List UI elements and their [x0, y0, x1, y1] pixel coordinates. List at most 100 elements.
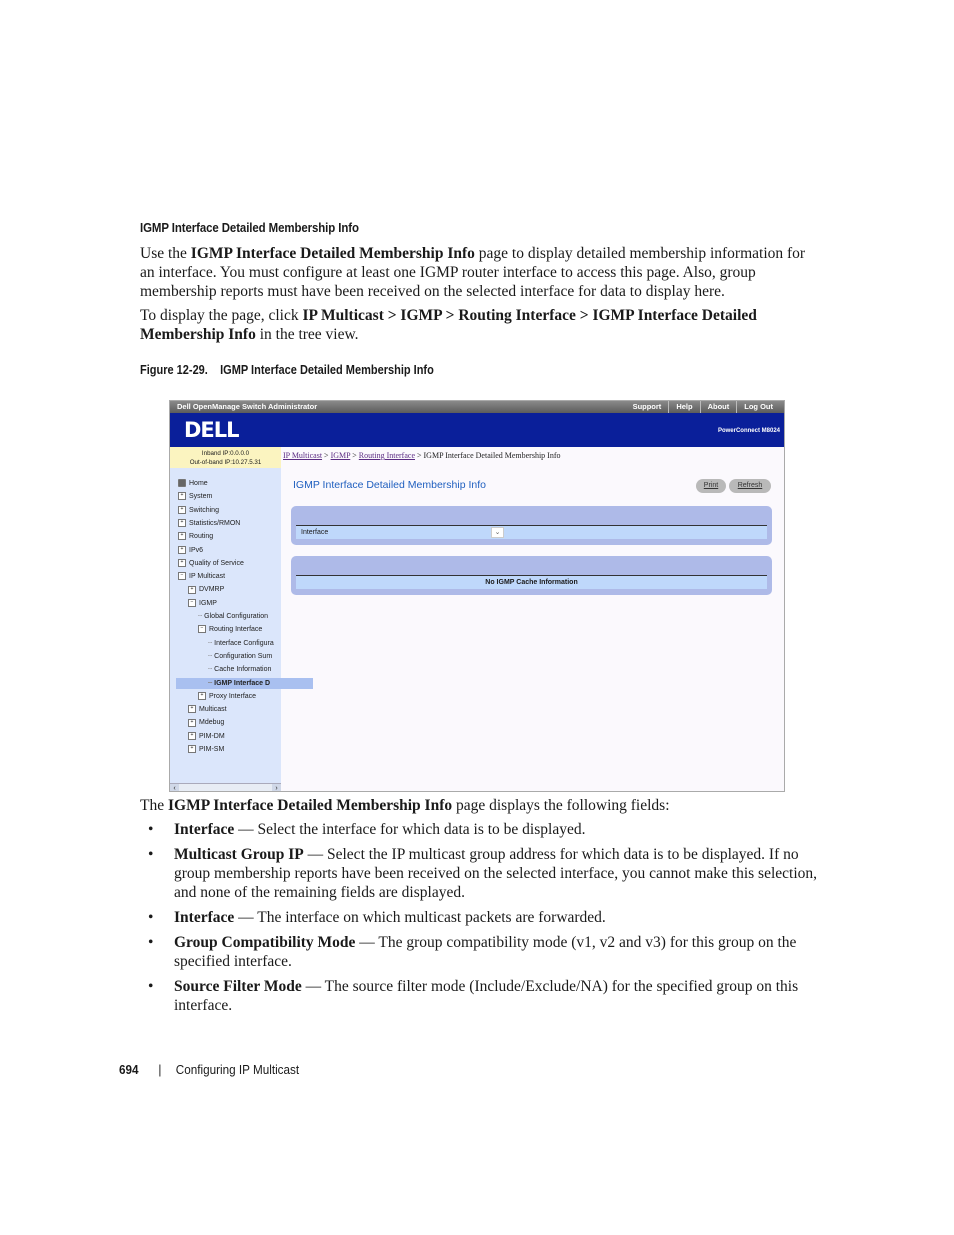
tree-item[interactable]: + Multicast	[188, 704, 227, 715]
expand-icon[interactable]: +	[178, 545, 186, 554]
print-button[interactable]: Print	[696, 479, 726, 493]
breadcrumb-separator: >	[417, 451, 422, 460]
tree-item-label: IGMP	[199, 599, 217, 607]
cache-panel: No IGMP Cache Information	[291, 556, 772, 595]
breadcrumb: IP Multicast > IGMP > Routing Interface …	[283, 451, 561, 460]
field-item: Interface — The interface on which multi…	[140, 908, 820, 927]
expand-icon[interactable]: +	[188, 731, 196, 740]
tree-item[interactable]: − IP Multicast	[178, 571, 225, 582]
fields-intro: The IGMP Interface Detailed Membership I…	[140, 796, 820, 815]
tree-item[interactable]: + Proxy Interface	[198, 691, 256, 702]
tree-item[interactable]: − IGMP	[188, 598, 217, 609]
scroll-right-icon[interactable]: ›	[272, 784, 281, 791]
tree-item-label: Home	[189, 480, 208, 487]
empty-message: No IGMP Cache Information	[296, 575, 767, 589]
expand-icon[interactable]: +	[188, 705, 196, 714]
interface-select[interactable]: ⌄	[491, 527, 504, 538]
breadcrumb-routing-interface[interactable]: Routing Interface	[359, 451, 415, 460]
expand-icon[interactable]: +	[188, 745, 196, 754]
breadcrumb-igmp[interactable]: IGMP	[331, 451, 351, 460]
text: page displays the following fields:	[452, 797, 670, 814]
expand-icon[interactable]: +	[178, 558, 186, 567]
product-name: PowerConnect M8024	[717, 428, 780, 434]
tree-item[interactable]: + PIM-DM	[188, 731, 225, 742]
interface-panel: Interface ⌄	[291, 506, 772, 545]
text: in the tree view.	[255, 326, 359, 343]
tree-item-label: IP Multicast	[189, 573, 226, 581]
field-name: Group Compatibility Mode	[174, 934, 356, 951]
footer-separator: |	[158, 1062, 162, 1077]
field-desc: — The interface on which multicast packe…	[234, 909, 606, 926]
page-footer: 694 | Configuring IP Multicast	[119, 1062, 299, 1077]
field-name: Multicast Group IP	[174, 846, 304, 863]
tree-item[interactable]: ┄ Cache Information	[208, 664, 271, 675]
tree-item-label: Routing Interface	[209, 626, 263, 634]
tree-item[interactable]: ┄ Global Configuration	[198, 611, 268, 622]
tree-item-label: Cache Information	[214, 666, 272, 674]
tree-item-label: System	[189, 493, 213, 501]
collapse-icon[interactable]: −	[198, 625, 206, 634]
horizontal-scrollbar[interactable]: ‹ ›	[170, 783, 281, 791]
tree-item[interactable]: ┄ Interface Configura	[208, 638, 274, 649]
tree-item[interactable]: + PIM-SM	[188, 744, 224, 755]
expand-icon[interactable]: +	[178, 532, 186, 541]
ip-info-box: Inband IP:0.0.0.0 Out-of-band IP:10.27.5…	[170, 447, 281, 468]
tree-item-label: Global Configuration	[204, 613, 268, 620]
tree-item[interactable]: + System	[178, 491, 212, 502]
collapse-icon[interactable]: −	[178, 572, 186, 581]
field-list: Interface — Select the interface for whi…	[140, 820, 820, 1021]
section-title: IGMP Interface Detailed Membership Info	[140, 220, 359, 235]
help-link[interactable]: Help	[668, 401, 699, 413]
expand-icon[interactable]: +	[188, 585, 196, 594]
tree-item[interactable]: + Switching	[178, 505, 219, 516]
logout-link[interactable]: Log Out	[736, 401, 780, 413]
tree-item-label: Quality of Service	[189, 559, 244, 567]
tree-item-label: Proxy Interface	[209, 692, 257, 700]
field-desc: — Select the interface for which data is…	[234, 821, 586, 838]
breadcrumb-current: IGMP Interface Detailed Membership Info	[423, 451, 561, 460]
expand-icon[interactable]: +	[178, 519, 186, 528]
expand-icon[interactable]: +	[178, 505, 186, 514]
tree-item-label: IPv6	[189, 546, 204, 554]
tree-item-label: PIM-DM	[199, 732, 225, 740]
collapse-icon[interactable]: −	[188, 598, 196, 607]
about-link[interactable]: About	[699, 401, 737, 413]
support-link[interactable]: Support	[626, 401, 669, 413]
breadcrumb-separator: >	[352, 451, 357, 460]
tree-item[interactable]: ┄ IGMP Interface D	[176, 677, 313, 689]
tree-item-label: PIM-SM	[199, 746, 225, 753]
tree-item[interactable]: + DVMRP	[188, 584, 224, 595]
dell-logo: DELL	[184, 418, 240, 442]
interface-row: Interface ⌄	[296, 525, 767, 539]
banner: DELL PowerConnect M8024	[170, 413, 784, 447]
breadcrumb-separator: >	[324, 451, 329, 460]
tree-item[interactable]: ┄ Configuration Sum	[208, 651, 272, 662]
field-item: Group Compatibility Mode — The group com…	[140, 933, 820, 971]
navigation-tree: ‹ › Home + System + Switching + Statistics/RMO…	[170, 468, 313, 791]
tree-item[interactable]: + Statistics/RMON	[178, 518, 240, 529]
breadcrumb-ip-multicast[interactable]: IP Multicast	[283, 451, 322, 460]
chapter-title: Configuring IP Multicast	[175, 1062, 300, 1077]
switch-admin-screenshot: Dell OpenManage Switch Administrator Sup…	[169, 400, 785, 792]
tree-item[interactable]: + IPv6	[178, 545, 203, 556]
field-name: Interface	[174, 821, 235, 838]
tree-item[interactable]: + Quality of Service	[178, 558, 244, 569]
field-item: Source Filter Mode — The source filter m…	[140, 977, 820, 1015]
expand-icon[interactable]: +	[178, 492, 186, 501]
refresh-button[interactable]: Refresh	[729, 479, 771, 493]
tree-item-label: IGMP Interface D	[214, 679, 271, 687]
expand-icon[interactable]: +	[198, 691, 206, 700]
tree-item[interactable]: + Routing	[178, 531, 213, 542]
tree-item[interactable]: − Routing Interface	[198, 624, 262, 635]
scroll-left-icon[interactable]: ‹	[170, 784, 179, 791]
home-icon	[178, 479, 186, 488]
tree-item-label: Multicast	[199, 706, 227, 714]
tree-item-label: Routing	[189, 533, 214, 541]
tree-item-label: Statistics/RMON	[189, 519, 241, 527]
bold-term: IGMP Interface Detailed Membership Info	[167, 797, 453, 814]
tree-item[interactable]: + Mdebug	[188, 717, 224, 728]
figure-caption: Figure 12-29. IGMP Interface Detailed Me…	[140, 363, 434, 377]
expand-icon[interactable]: +	[188, 718, 196, 727]
tree-item-label: Switching	[189, 506, 219, 514]
tree-item[interactable]: Home	[178, 478, 208, 489]
